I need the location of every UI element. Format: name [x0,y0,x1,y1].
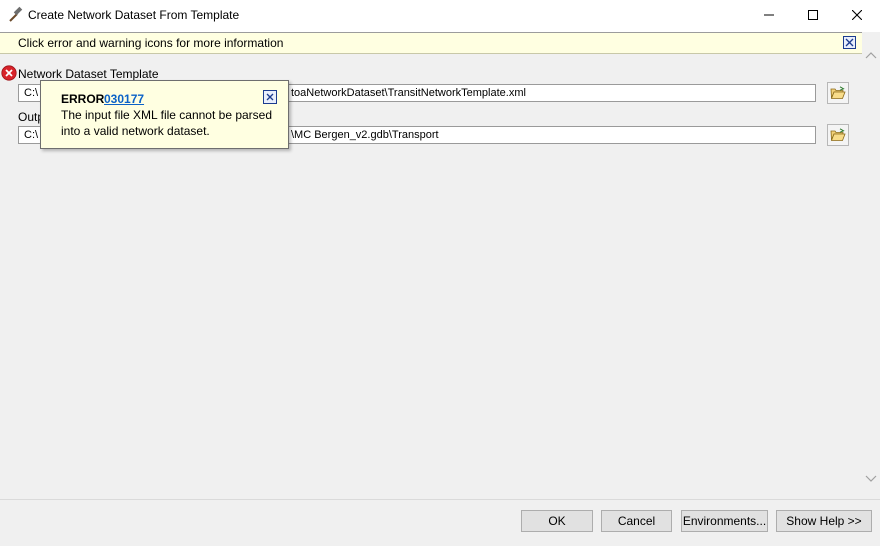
error-icon[interactable] [1,65,17,81]
info-bar-message: Click error and warning icons for more i… [18,36,284,50]
close-window-button[interactable] [834,0,880,30]
chevron-down-icon[interactable] [865,473,877,483]
hammer-icon [6,6,24,24]
dialog-footer: OK Cancel Environments... Show Help >> [0,499,880,546]
template-label: Network Dataset Template [18,67,159,81]
close-icon [845,38,854,47]
folder-open-icon [830,128,846,141]
window-title: Create Network Dataset From Template [28,8,240,22]
error-code-link[interactable]: 030177 [104,92,144,106]
tooltip-message-line: into a valid network dataset. [61,124,210,138]
title-bar: Create Network Dataset From Template [0,0,880,30]
info-bar: Click error and warning icons for more i… [0,32,862,54]
environments-button[interactable]: Environments... [681,510,768,532]
cancel-button[interactable]: Cancel [601,510,672,532]
output-browse-button[interactable] [827,124,849,146]
template-browse-button[interactable] [827,82,849,104]
minimize-button[interactable] [746,0,792,30]
show-help-button[interactable]: Show Help >> [776,510,872,532]
close-icon [266,93,274,101]
template-path-prefix: C:\ [24,87,39,99]
tooltip-title: ERROR [61,92,105,106]
chevron-up-icon[interactable] [865,49,877,59]
minimize-icon [764,14,774,16]
close-icon [852,10,862,20]
output-path-suffix: \MC Bergen_v2.gdb\Transport [291,129,439,141]
maximize-button[interactable] [790,0,836,30]
folder-open-icon [830,86,846,99]
maximize-icon [808,10,818,20]
ok-button[interactable]: OK [521,510,593,532]
template-path-suffix: toaNetworkDataset\TransitNetworkTemplate… [291,87,526,99]
output-path-prefix: C:\ [24,129,39,141]
info-bar-close-button[interactable] [843,36,856,49]
error-tooltip: ERROR 030177 The input file XML file can… [40,80,289,149]
tooltip-message-line: The input file XML file cannot be parsed [61,108,273,122]
vertical-scrollbar[interactable] [862,32,880,499]
tooltip-close-button[interactable] [263,90,277,104]
